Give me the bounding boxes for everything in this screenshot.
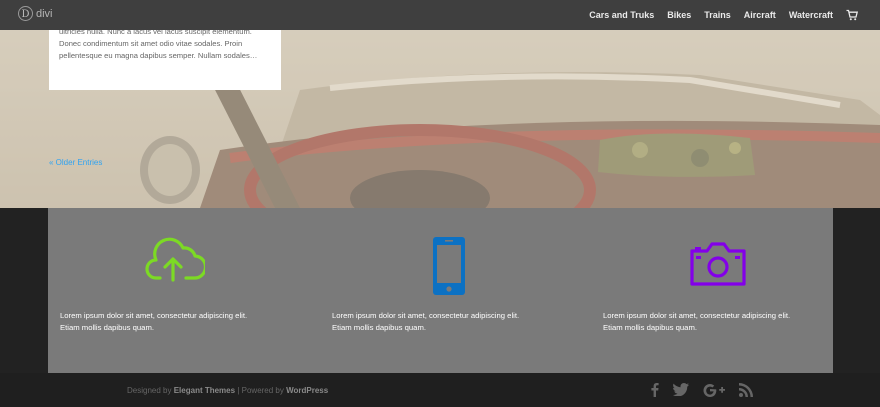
footer-bottom: Designed by Elegant Themes | Powered by …: [0, 373, 880, 407]
nav-item-cars-and-truks[interactable]: Cars and Truks: [589, 10, 654, 20]
blurb-text: Lorem ipsum dolor sit amet, consectetur …: [332, 311, 520, 332]
rss-icon[interactable]: [739, 382, 753, 402]
hero-section: ultricies nulla. Nunc a lacus vel lacus …: [0, 30, 880, 208]
social-icons: [650, 382, 753, 402]
wordpress-link[interactable]: WordPress: [286, 386, 328, 395]
elegant-themes-link[interactable]: Elegant Themes: [174, 386, 235, 395]
google-plus-icon[interactable]: [703, 383, 725, 402]
blog-post-card: ultricies nulla. Nunc a lacus vel lacus …: [49, 30, 281, 90]
blurb-text: Lorem ipsum dolor sit amet, consectetur …: [60, 311, 248, 332]
footer-credits: Designed by Elegant Themes | Powered by …: [127, 386, 329, 395]
logo-text: divi: [36, 7, 53, 20]
camera-icon: [690, 242, 746, 286]
site-logo[interactable]: D divi: [18, 6, 53, 21]
smartphone-icon: [433, 237, 465, 295]
blurb-text: Lorem ipsum dolor sit amet, consectetur …: [603, 311, 791, 332]
twitter-icon[interactable]: [673, 383, 689, 401]
cart-icon[interactable]: [846, 9, 858, 21]
facebook-icon[interactable]: [650, 382, 659, 402]
nav-item-bikes[interactable]: Bikes: [667, 10, 691, 20]
post-excerpt: ultricies nulla. Nunc a lacus vel lacus …: [59, 30, 258, 60]
nav-item-trains[interactable]: Trains: [704, 10, 731, 20]
primary-nav: Cars and Truks Bikes Trains Aircraft Wat…: [589, 0, 858, 30]
older-entries-link[interactable]: « Older Entries: [49, 158, 102, 167]
nav-item-watercraft[interactable]: Watercraft: [789, 10, 833, 20]
main-header: D divi Cars and Truks Bikes Trains Aircr…: [0, 0, 880, 30]
blurbs-section: Lorem ipsum dolor sit amet, consectetur …: [48, 208, 833, 373]
cloud-upload-icon: [145, 237, 205, 282]
logo-mark: D: [18, 6, 33, 21]
nav-item-aircraft[interactable]: Aircraft: [744, 10, 776, 20]
